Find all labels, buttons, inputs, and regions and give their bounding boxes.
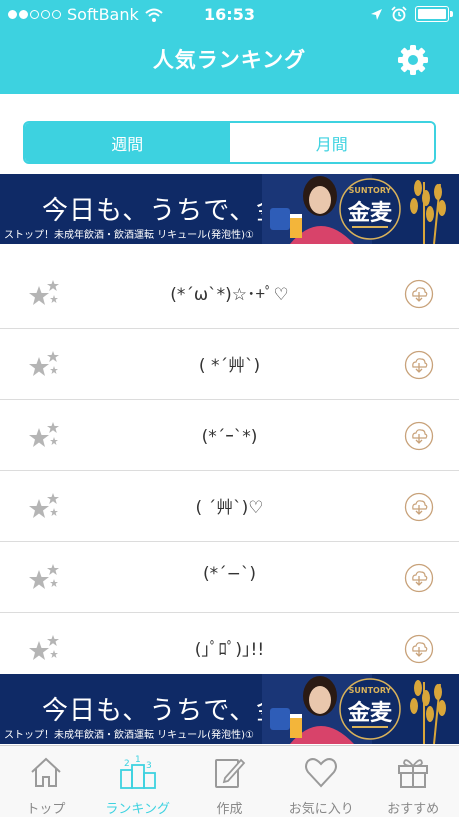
- download-icon[interactable]: [404, 421, 434, 451]
- download-icon[interactable]: [404, 492, 434, 522]
- tab-top[interactable]: トップ: [0, 746, 92, 817]
- create-edit-icon: [215, 758, 246, 788]
- emoticon-text: ( ´艸`)♡: [195, 498, 264, 518]
- download-icon[interactable]: [404, 563, 434, 593]
- ranking-list: (*´ω`*)☆･+ﾟ♡ ( *´艸`) (*´ｰ`*) (´艸`)♡ (*´…: [0, 258, 459, 672]
- gift-icon: [398, 759, 429, 788]
- gear-icon[interactable]: [397, 44, 429, 76]
- brand-name: 金麦: [347, 700, 393, 726]
- tab-favorites[interactable]: お気に入り: [275, 746, 367, 817]
- brand-top: SUNTORY: [349, 686, 392, 695]
- svg-text:1: 1: [135, 755, 141, 765]
- tab-ranking[interactable]: 2 1 3 ランキング: [92, 746, 184, 817]
- home-icon: [31, 757, 61, 787]
- emoticon-text: ( *´艸`): [198, 356, 261, 376]
- banner-fine-print: ストップ！未成年飲酒・飲酒運転 リキュール(発泡性)①: [4, 230, 254, 241]
- tab-label: 作成: [216, 802, 243, 817]
- download-icon[interactable]: [404, 350, 434, 380]
- period-segmented-control: 週間 月間: [23, 121, 436, 164]
- emoticon-text: (*´−`): [202, 564, 256, 584]
- emoticon-text: (｣ﾟﾛﾟ)｣!!: [194, 640, 265, 660]
- alarm-clock-icon: [391, 6, 407, 22]
- page-title: 人気ランキング: [152, 48, 307, 72]
- brand-name: 金麦: [347, 200, 393, 226]
- list-item[interactable]: (｣ﾟﾛﾟ)｣!!: [0, 613, 459, 672]
- status-bar: SoftBank 16:53: [0, 0, 459, 30]
- emoticon-text: (*´ω`*)☆･+ﾟ♡: [170, 285, 289, 305]
- ad-banner-bottom[interactable]: 今日も、うちで、金麦と。 SUNTORY 金麦 ストップ！未成年飲酒・飲酒運転 …: [0, 674, 459, 744]
- tab-recommend[interactable]: おすすめ: [367, 746, 459, 817]
- stars-icon: [29, 351, 59, 376]
- stars-icon: [29, 635, 59, 660]
- download-icon[interactable]: [404, 634, 434, 664]
- tab-label: お気に入り: [288, 802, 354, 817]
- tab-create[interactable]: 作成: [184, 746, 276, 817]
- wheat-illustration: [410, 180, 446, 244]
- segment-weekly[interactable]: 週間: [25, 123, 230, 162]
- stars-icon: [29, 493, 59, 518]
- stars-icon: [29, 422, 59, 447]
- list-item[interactable]: (*´ｰ`*): [0, 400, 459, 471]
- svg-text:3: 3: [146, 761, 152, 771]
- list-item[interactable]: ( ´艸`)♡: [0, 471, 459, 542]
- location-arrow-icon: [371, 8, 382, 20]
- heart-icon: [305, 758, 338, 788]
- tab-bar: トップ 2 1 3 ランキング 作成 お気に入り おすすめ: [0, 745, 459, 817]
- stars-icon: [29, 564, 59, 589]
- list-item[interactable]: (*´−`): [0, 542, 459, 613]
- stars-icon: [29, 280, 59, 305]
- ad-banner-top[interactable]: 今日も、うちで、金麦と。 SUNTORY 金麦 ストップ！未成年飲酒・飲酒運転 …: [0, 174, 459, 244]
- download-icon[interactable]: [404, 279, 434, 309]
- tab-label: おすすめ: [387, 802, 440, 817]
- banner-fine-print: ストップ！未成年飲酒・飲酒運転 リキュール(発泡性)①: [4, 730, 254, 741]
- battery-icon: [415, 6, 453, 22]
- tab-label: ランキング: [105, 802, 170, 817]
- ranking-podium-icon: 2 1 3: [119, 755, 156, 789]
- wheat-illustration: [410, 680, 446, 744]
- list-item[interactable]: (*´ω`*)☆･+ﾟ♡: [0, 258, 459, 329]
- list-item[interactable]: ( *´艸`): [0, 329, 459, 400]
- svg-text:2: 2: [124, 759, 130, 769]
- brand-top: SUNTORY: [349, 186, 392, 195]
- segment-monthly[interactable]: 月間: [229, 123, 434, 162]
- emoticon-text: (*´ｰ`*): [201, 427, 258, 447]
- top-bar: SoftBank 16:53 人気ランキング: [0, 0, 459, 94]
- tab-label: トップ: [26, 802, 66, 817]
